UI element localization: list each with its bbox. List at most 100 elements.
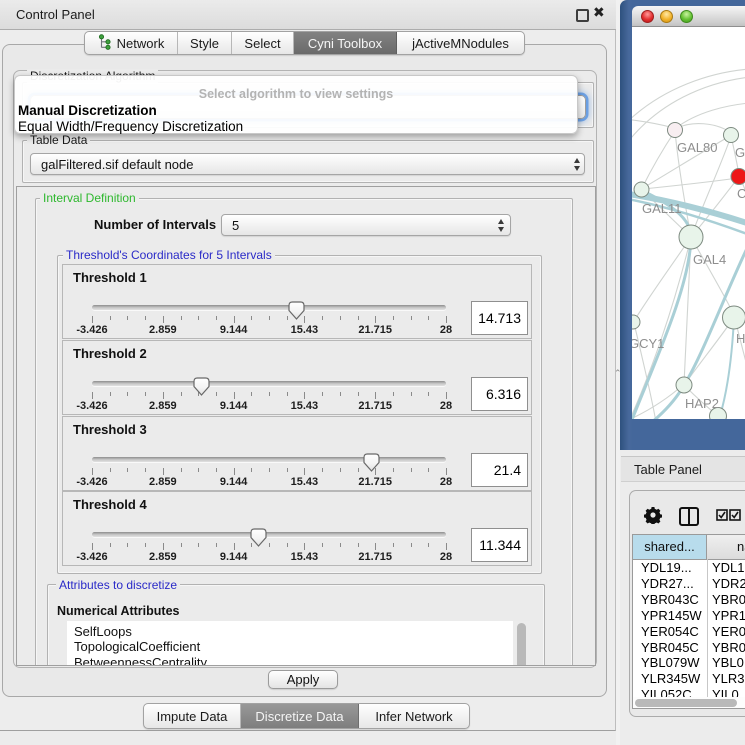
gear-icon[interactable] [644, 506, 662, 529]
table-cell[interactable]: YDR2 [712, 576, 745, 592]
slider-thumb[interactable] [288, 301, 305, 320]
table-cell[interactable]: YBL079W [641, 655, 700, 671]
table-cell[interactable]: YBR043C [641, 592, 699, 608]
table-cell[interactable]: YDL1 [712, 560, 745, 576]
network-edge[interactable] [675, 124, 730, 132]
table-row[interactable]: YER054C YER0 [633, 624, 745, 640]
table-cell[interactable]: YER054C [641, 624, 699, 640]
slider-tick [340, 316, 341, 320]
tab-impute-data[interactable]: Impute Data [144, 704, 241, 728]
traffic-close-icon[interactable] [641, 10, 654, 23]
table-header-shared-name[interactable]: shared... [633, 535, 707, 559]
popup-option-equal-width-frequency[interactable]: Equal Width/Frequency Discretization [18, 119, 243, 134]
table-cell[interactable]: YPR145W [641, 608, 702, 624]
table-cell[interactable]: YER0 [712, 624, 745, 640]
network-edge[interactable] [685, 319, 733, 384]
slider-tick-label: 28 [440, 400, 452, 412]
attribute-list-item[interactable]: SelfLoops [67, 624, 530, 639]
table-cell[interactable]: YPR1 [712, 608, 745, 624]
attribute-list-item[interactable]: BetweennessCentrality [67, 655, 530, 665]
float-window-icon[interactable] [576, 9, 589, 22]
GAL4-node[interactable] [679, 225, 703, 249]
numerical-attributes-list[interactable]: SelfLoopsTopologicalCoefficientBetweenne… [67, 621, 530, 665]
traffic-minimize-icon[interactable] [660, 10, 673, 23]
threshold-value-field[interactable]: 21.4 [471, 453, 528, 487]
control-panel-titlebar[interactable]: Control Panel ✖ [0, 0, 616, 30]
GAL11-node[interactable] [634, 182, 649, 197]
network-edge[interactable] [632, 119, 674, 128]
slider-thumb[interactable] [363, 453, 380, 472]
network-node-label: GAL80 [677, 140, 717, 155]
network-canvas[interactable]: GAL80GACGAL11GAL4GCY1HIHAP2 [632, 27, 745, 419]
network-edge[interactable] [642, 131, 675, 188]
attributes-list-scrollbar-thumb[interactable] [517, 623, 526, 665]
slider-tick [322, 543, 323, 547]
tab-jactivemnodules[interactable]: jActiveMNodules [397, 32, 524, 54]
table-row[interactable]: YDL19... YDL1 [633, 560, 745, 576]
table-horizontal-scrollbar[interactable] [633, 697, 745, 708]
table-cell[interactable]: YBR045C [641, 640, 699, 656]
slider-track[interactable] [92, 457, 446, 462]
table-cell[interactable]: YBR0 [712, 640, 745, 656]
table-row[interactable]: YBL079W YBL0 [633, 655, 745, 671]
tab-infer-network[interactable]: Infer Network [359, 704, 469, 728]
splitter-handle-icon[interactable]: ⌃ [614, 368, 621, 377]
checkboxes-icon[interactable] [716, 508, 741, 526]
attributes-list-scrollbar[interactable] [513, 621, 530, 665]
table-row[interactable]: YPR145W YPR1 [633, 608, 745, 624]
threshold-value-field[interactable]: 14.713 [471, 301, 528, 335]
tab-select[interactable]: Select [232, 32, 294, 54]
network-window-titlebar[interactable] [632, 6, 745, 27]
table-row[interactable]: YBR043C YBR0 [633, 592, 745, 608]
network-edge[interactable] [634, 237, 691, 321]
table-row[interactable]: YDR27... YDR2 [633, 576, 745, 592]
network-node-label: GAL11 [642, 201, 682, 216]
slider-thumb[interactable] [250, 528, 267, 547]
table-cell[interactable]: YLR345W [641, 671, 700, 687]
HAP2-node[interactable] [676, 377, 692, 393]
table-row[interactable]: YBR045C YBR0 [633, 640, 745, 656]
slider-track[interactable] [92, 381, 446, 386]
threshold-value-field[interactable]: 11.344 [471, 528, 528, 562]
attribute-list-item[interactable]: TopologicalCoefficient [67, 639, 530, 654]
table-cell[interactable]: YDR27... [641, 576, 694, 592]
slider-track[interactable] [92, 305, 446, 310]
close-icon[interactable]: ✖ [593, 4, 605, 21]
tab-discretize-data[interactable]: Discretize Data [241, 704, 359, 728]
table-row[interactable]: YLR345W YLR3 [633, 671, 745, 687]
table-header-name[interactable]: na [707, 535, 745, 559]
slider-track[interactable] [92, 532, 446, 537]
node[interactable] [723, 306, 745, 329]
table-cell[interactable]: YDL19... [641, 560, 692, 576]
network-edge[interactable] [632, 69, 745, 125]
tab-network[interactable]: Network [85, 32, 178, 54]
table-data-combobox[interactable]: galFiltered.sif default node [30, 153, 585, 175]
network-edge[interactable] [691, 237, 732, 311]
node-attribute-table[interactable]: shared... na YDL19...YDL1YDR27...YDR2YBR… [632, 534, 745, 709]
slider-tick-label: 21.715 [358, 551, 392, 563]
traffic-zoom-icon[interactable] [680, 10, 693, 23]
slider-tick [358, 468, 359, 472]
threshold-value-field[interactable]: 6.316 [471, 377, 528, 411]
GAL80-node[interactable] [668, 123, 683, 138]
apply-button[interactable]: Apply [268, 670, 338, 689]
table-horizontal-scrollbar-thumb[interactable] [635, 699, 737, 707]
slider-thumb[interactable] [193, 377, 210, 396]
slider-tick [110, 316, 111, 320]
selected-red-node[interactable] [731, 169, 745, 185]
split-columns-icon[interactable] [679, 507, 699, 526]
GCY1-node[interactable] [632, 315, 640, 329]
settings-scrollpane: Interval Definition Number of Intervals … [16, 186, 596, 666]
table-cell[interactable]: YLR3 [712, 671, 745, 687]
number-of-intervals-combobox[interactable]: 5 [221, 214, 511, 236]
node[interactable] [724, 128, 739, 143]
table-cell[interactable]: YBL0 [712, 655, 744, 671]
table-cell[interactable]: YBR0 [712, 592, 745, 608]
tab-style[interactable]: Style [178, 32, 232, 54]
slider-tick [411, 543, 412, 547]
popup-option-manual-discretization[interactable]: Manual Discretization [18, 103, 157, 118]
tab-cyni-toolbox[interactable]: Cyni Toolbox [294, 32, 397, 54]
network-edge-highlighted[interactable] [632, 242, 745, 419]
network-edge-highlighted[interactable] [720, 318, 734, 416]
table-panel-titlebar[interactable]: Table Panel [621, 456, 745, 482]
